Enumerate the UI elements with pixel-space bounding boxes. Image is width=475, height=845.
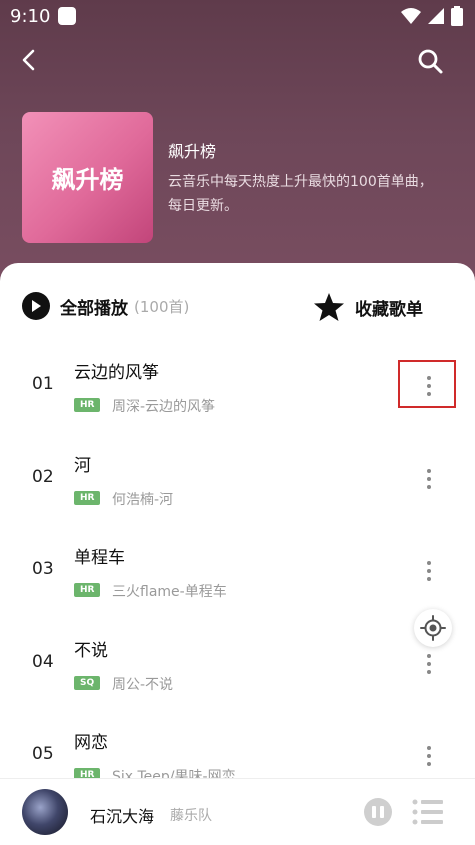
song-number: 02 bbox=[32, 467, 54, 487]
star-icon bbox=[314, 293, 344, 321]
now-playing-artist: 藤乐队 bbox=[170, 808, 212, 824]
back-arrow-icon[interactable] bbox=[16, 46, 44, 74]
song-count: (100首) bbox=[134, 297, 190, 316]
play-icon bbox=[22, 292, 50, 320]
play-all-button[interactable]: 全部播放 (100首) bbox=[22, 292, 189, 320]
cover-title: 飙升榜 bbox=[51, 166, 124, 194]
more-options-icon[interactable] bbox=[418, 644, 440, 684]
quality-badge: SQ bbox=[74, 676, 101, 690]
collect-label: 收藏歌单 bbox=[355, 299, 423, 320]
status-bar: 9:10 bbox=[0, 0, 475, 34]
song-artist: 周公-不说 bbox=[112, 677, 174, 693]
song-row-2[interactable]: 02 河 HR 何浩楠-河 bbox=[0, 433, 475, 525]
song-title: 单程车 bbox=[74, 548, 125, 568]
song-artist: 三火flame-单程车 bbox=[112, 584, 227, 600]
playlist-description: 云音乐中每天热度上升最快的100首单曲，每日更新。 bbox=[168, 174, 433, 214]
system-icons bbox=[401, 6, 463, 26]
quality-badge: HR bbox=[74, 398, 101, 412]
status-time: 9:10 bbox=[10, 6, 51, 27]
quality-badge: HR bbox=[74, 491, 101, 505]
now-playing-title: 石沉大海 bbox=[90, 807, 155, 826]
locate-current-button[interactable] bbox=[414, 609, 452, 647]
quality-badge: HR bbox=[74, 583, 101, 597]
playlist-header: 9:10 飙升榜 飙升榜 云音乐中每天热度上升最快的100首单曲，每日更新。 bbox=[0, 0, 475, 300]
song-title: 不说 bbox=[74, 641, 108, 661]
song-title: 云边的风筝 bbox=[74, 363, 159, 383]
search-icon[interactable] bbox=[415, 46, 445, 76]
song-artist: 周深-云边的风筝 bbox=[112, 399, 216, 415]
pause-button[interactable] bbox=[364, 798, 392, 826]
album-art[interactable] bbox=[22, 789, 68, 835]
song-artist: 何浩楠-河 bbox=[112, 492, 174, 508]
battery-icon bbox=[451, 6, 463, 26]
song-row-3[interactable]: 03 单程车 HR 三火flame-单程车 bbox=[0, 525, 475, 617]
song-number: 03 bbox=[32, 559, 54, 579]
more-options-icon[interactable] bbox=[418, 459, 440, 499]
song-row-4[interactable]: 04 不说 SQ 周公-不说 bbox=[0, 618, 475, 710]
signal-icon bbox=[428, 8, 444, 24]
song-number: 05 bbox=[32, 744, 54, 764]
more-options-icon[interactable] bbox=[418, 551, 440, 591]
collect-playlist-button[interactable]: 收藏歌单 bbox=[313, 292, 423, 322]
locate-icon bbox=[420, 615, 446, 641]
playlist-title: 飙升榜 bbox=[168, 142, 217, 161]
mini-player[interactable]: 石沉大海 藤乐队 bbox=[0, 778, 475, 845]
notification-icon bbox=[58, 7, 76, 25]
song-number: 04 bbox=[32, 652, 54, 672]
more-options-icon[interactable] bbox=[418, 736, 440, 776]
song-title: 河 bbox=[74, 456, 91, 476]
wifi-icon bbox=[401, 8, 421, 24]
play-all-label: 全部播放 bbox=[60, 298, 128, 319]
song-title: 网恋 bbox=[74, 733, 108, 753]
playlist-icon[interactable] bbox=[412, 798, 444, 826]
highlight-box bbox=[398, 360, 456, 408]
song-number: 01 bbox=[32, 374, 54, 394]
playlist-cover: 飙升榜 bbox=[22, 112, 153, 243]
